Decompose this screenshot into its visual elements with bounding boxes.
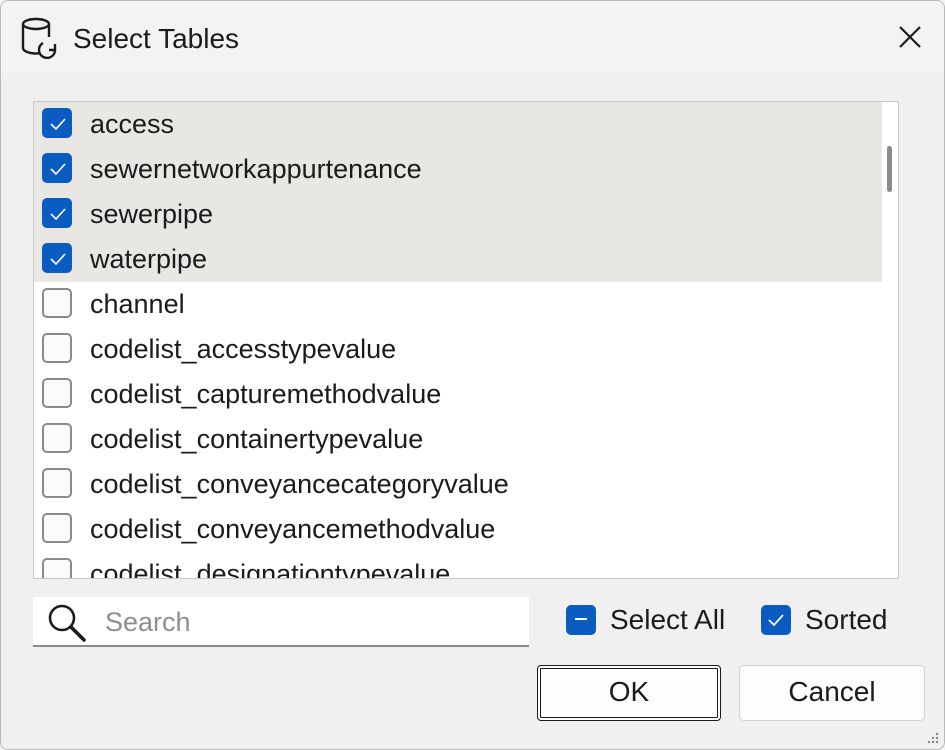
database-refresh-icon bbox=[19, 17, 59, 60]
table-list-item-label: sewernetworkappurtenance bbox=[90, 154, 422, 184]
unchecked-checkbox[interactable] bbox=[42, 288, 72, 318]
table-list-item-label: codelist_conveyancemethodvalue bbox=[90, 514, 496, 544]
table-list-item-label: codelist_containertypevalue bbox=[90, 424, 424, 454]
unchecked-checkbox[interactable] bbox=[42, 513, 72, 543]
table-list-item-label: codelist_capturemethodvalue bbox=[90, 379, 442, 409]
table-list-item[interactable]: codelist_capturemethodvalue bbox=[34, 372, 882, 417]
table-list-items: access sewernetworkappurtenance sewerpipe w… bbox=[34, 102, 882, 578]
checked-checkbox[interactable] bbox=[42, 198, 72, 228]
select-all-label: Select All bbox=[610, 604, 726, 635]
table-list-item[interactable]: sewerpipe bbox=[34, 192, 882, 237]
checked-checkbox[interactable] bbox=[42, 153, 72, 183]
sorted-checkbox[interactable]: Sorted bbox=[761, 604, 901, 639]
table-list-item-label: access bbox=[90, 109, 175, 139]
resize-grip-icon[interactable] bbox=[926, 731, 940, 745]
search-input[interactable] bbox=[103, 603, 517, 641]
select-tables-dialog: Select Tables access sewernetworkappurten… bbox=[0, 0, 945, 750]
vertical-scrollbar[interactable] bbox=[882, 102, 898, 578]
close-icon bbox=[899, 26, 921, 48]
checked-checkbox[interactable] bbox=[42, 108, 72, 138]
table-list-item[interactable]: codelist_conveyancemethodvalue bbox=[34, 507, 882, 552]
select-all-checkbox[interactable]: Select All bbox=[566, 604, 736, 639]
cancel-button[interactable]: Cancel bbox=[739, 665, 925, 721]
unchecked-checkbox[interactable] bbox=[42, 558, 72, 578]
unchecked-checkbox[interactable] bbox=[42, 378, 72, 408]
unchecked-checkbox[interactable] bbox=[42, 423, 72, 453]
table-list-item[interactable]: codelist_accesstypevalue bbox=[34, 327, 882, 372]
window-title: Select Tables bbox=[73, 23, 240, 54]
table-list-item-label: codelist_accesstypevalue bbox=[90, 334, 397, 364]
table-list-item[interactable]: waterpipe bbox=[34, 237, 882, 282]
table-list-item-label: codelist_designationtypevalue bbox=[90, 559, 451, 578]
unchecked-checkbox[interactable] bbox=[42, 333, 72, 363]
scrollbar-thumb[interactable] bbox=[887, 146, 892, 192]
table-list-item-label: codelist_conveyancecategoryvalue bbox=[90, 469, 509, 499]
title-bar[interactable]: Select Tables bbox=[1, 1, 944, 73]
ok-button[interactable]: OK bbox=[537, 665, 721, 721]
table-list-item-label: sewerpipe bbox=[90, 199, 214, 229]
unchecked-checkbox[interactable] bbox=[42, 468, 72, 498]
search-box[interactable] bbox=[33, 597, 529, 647]
table-list-item[interactable]: channel bbox=[34, 282, 882, 327]
close-button[interactable] bbox=[894, 21, 926, 53]
sorted-label: Sorted bbox=[805, 604, 888, 635]
table-list-item[interactable]: sewernetworkappurtenance bbox=[34, 147, 882, 192]
table-list-item[interactable]: codelist_designationtypevalue bbox=[34, 552, 882, 578]
checked-checkbox[interactable] bbox=[42, 243, 72, 273]
sorted-check-icon bbox=[761, 605, 791, 635]
table-list-item[interactable]: codelist_containertypevalue bbox=[34, 417, 882, 462]
table-list-item-label: waterpipe bbox=[90, 244, 208, 274]
select-all-indeterminate-icon bbox=[566, 605, 596, 635]
table-list[interactable]: access sewernetworkappurtenance sewerpipe w… bbox=[33, 101, 899, 579]
table-list-item[interactable]: codelist_conveyancecategoryvalue bbox=[34, 462, 882, 507]
dialog-content: access sewernetworkappurtenance sewerpipe w… bbox=[1, 73, 944, 749]
table-list-item[interactable]: access bbox=[34, 102, 882, 147]
table-list-item-label: channel bbox=[90, 289, 185, 319]
search-icon bbox=[45, 601, 89, 645]
